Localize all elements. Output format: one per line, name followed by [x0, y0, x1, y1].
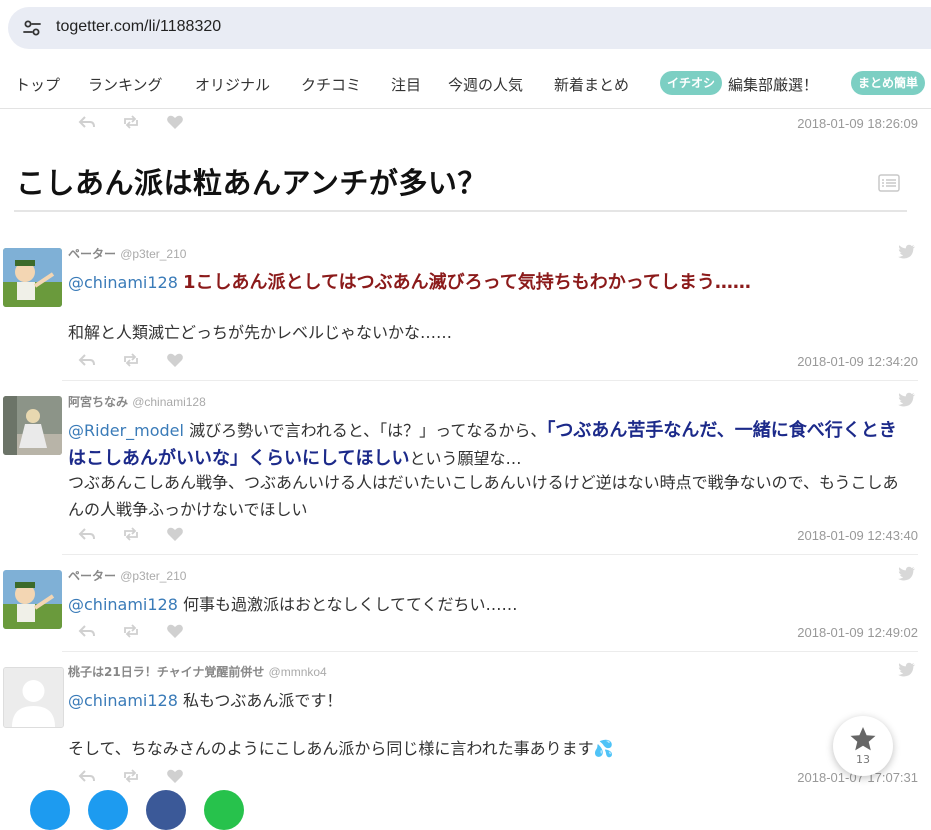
nav-original[interactable]: オリジナル — [195, 74, 270, 95]
avatar[interactable] — [3, 570, 62, 629]
tweet-text: つぶあんこしあん戦争、つぶあんいける人はだいたいこしあんいけるけど逆はない時点で… — [68, 473, 899, 519]
tweet-divider — [62, 554, 918, 555]
mention-link[interactable]: @chinami128 — [68, 595, 178, 614]
highlight-text: 1こしあん派としてはつぶあん滅びろって気持ちもわかってしまう…… — [183, 272, 751, 293]
nav-new-matome[interactable]: 新着まとめ — [554, 74, 629, 95]
tweet-text: @Rider_model 滅びろ勢いで言われると、「は？」ってなるから、「つぶあ… — [68, 417, 914, 473]
favorite-count: 13 — [856, 753, 870, 766]
url-field[interactable]: togetter.com/li/1188320 — [8, 7, 931, 49]
pick-badge[interactable]: イチオシ — [660, 71, 723, 95]
tweet-text-part: 私もつぶあん派です！ — [183, 691, 343, 710]
nav-weekly-popular[interactable]: 今週の人気 — [448, 74, 523, 95]
pick-text[interactable]: 編集部厳選！ — [728, 74, 818, 95]
reply-icon[interactable] — [78, 768, 96, 784]
tweet-text-part: 何事も過激派はおとなしくしててくだちい…… — [183, 595, 518, 614]
like-icon[interactable] — [166, 352, 184, 368]
nav-ranking[interactable]: ランキング — [88, 74, 163, 95]
tweet-text: @chinami128 1こしあん派としてはつぶあん滅びろって気持ちもわかってし… — [68, 269, 914, 296]
retweet-icon[interactable] — [122, 114, 140, 130]
like-icon[interactable] — [166, 623, 184, 639]
user-name[interactable]: ペーター @p3ter_210 — [68, 567, 186, 584]
retweet-icon[interactable] — [122, 352, 140, 368]
tweet-divider — [62, 651, 918, 652]
share-line-button[interactable] — [204, 790, 244, 830]
mention-link[interactable]: @chinami128 — [68, 691, 178, 710]
tweet-text: そして、ちなみさんのようにこしあん派から同じ様に言われた事あります💦 — [68, 739, 614, 758]
site-nav: トップ ランキング オリジナル クチコミ 注目 今週の人気 新着まとめ イチオシ… — [0, 58, 931, 109]
retweet-icon[interactable] — [122, 623, 140, 639]
avatar-image — [3, 570, 62, 629]
tweet-actions — [78, 114, 198, 130]
avatar[interactable] — [3, 667, 64, 728]
like-icon[interactable] — [166, 526, 184, 542]
twitter-bird-icon[interactable] — [898, 244, 916, 260]
user-name[interactable]: ペーター @p3ter_210 — [68, 245, 186, 262]
share-twitter-button[interactable] — [30, 790, 70, 830]
reply-icon[interactable] — [78, 114, 96, 130]
easy-matome-badge[interactable]: まとめ簡単 — [851, 71, 926, 95]
tweet-text: @chinami128 私もつぶあん派です！ — [68, 687, 914, 714]
section-title: こしあん派は粒あんアンチが多い？ — [16, 166, 487, 200]
tweet-actions — [78, 526, 198, 542]
reply-icon[interactable] — [78, 623, 96, 639]
avatar[interactable] — [3, 248, 62, 307]
tweet-actions — [78, 768, 198, 784]
share-button[interactable] — [88, 790, 128, 830]
tweet-text: 和解と人類滅亡どっちが先かレベルじゃないかな…… — [68, 323, 453, 342]
twitter-bird-icon[interactable] — [898, 566, 916, 582]
default-avatar-icon — [4, 668, 63, 727]
avatar[interactable] — [3, 396, 62, 455]
browser-address-bar: togetter.com/li/1188320 — [0, 0, 931, 58]
user-name[interactable]: 阿宮ちなみ @chinami128 — [68, 393, 206, 410]
reply-icon[interactable] — [78, 352, 96, 368]
timestamp[interactable]: 2018-01-09 12:43:40 — [797, 528, 918, 543]
title-divider — [14, 210, 907, 212]
mention-link[interactable]: @chinami128 — [68, 273, 178, 292]
twitter-bird-icon[interactable] — [898, 662, 916, 678]
user-name[interactable]: 桃子は21日ラ！チャイナ覚醒前併せ @mmnko4 — [68, 663, 327, 680]
tweet-text: @chinami128 何事も過激派はおとなしくしててくだちい…… — [68, 591, 914, 618]
tweet-actions — [78, 352, 198, 368]
avatar-image — [3, 248, 62, 307]
share-facebook-button[interactable] — [146, 790, 186, 830]
tweet-text-part: 滅びろ勢いで言われると、「は？」ってなるから、 — [189, 421, 547, 440]
timestamp[interactable]: 2018-01-09 12:49:02 — [797, 625, 918, 640]
retweet-icon[interactable] — [122, 526, 140, 542]
tweet-actions — [78, 623, 198, 639]
list-icon[interactable] — [878, 174, 900, 192]
like-icon[interactable] — [166, 114, 184, 130]
site-settings-icon[interactable] — [22, 18, 42, 38]
avatar-image — [3, 396, 62, 455]
mention-link[interactable]: @Rider_model — [68, 421, 184, 440]
nav-top[interactable]: トップ — [15, 74, 60, 95]
timestamp[interactable]: 2018-01-09 12:34:20 — [797, 354, 918, 369]
nav-chumoku[interactable]: 注目 — [391, 74, 421, 95]
tweet-divider — [62, 380, 918, 381]
retweet-icon[interactable] — [122, 768, 140, 784]
timestamp[interactable]: 2018-01-09 18:26:09 — [797, 116, 918, 131]
tweet-text-part: という願望な… — [409, 449, 522, 468]
like-icon[interactable] — [166, 768, 184, 784]
reply-icon[interactable] — [78, 526, 96, 542]
star-icon — [850, 727, 876, 751]
url-text[interactable]: togetter.com/li/1188320 — [56, 18, 221, 36]
nav-kuchikomi[interactable]: クチコミ — [301, 74, 361, 95]
twitter-bird-icon[interactable] — [898, 392, 916, 408]
favorite-button[interactable]: 13 — [833, 716, 893, 776]
